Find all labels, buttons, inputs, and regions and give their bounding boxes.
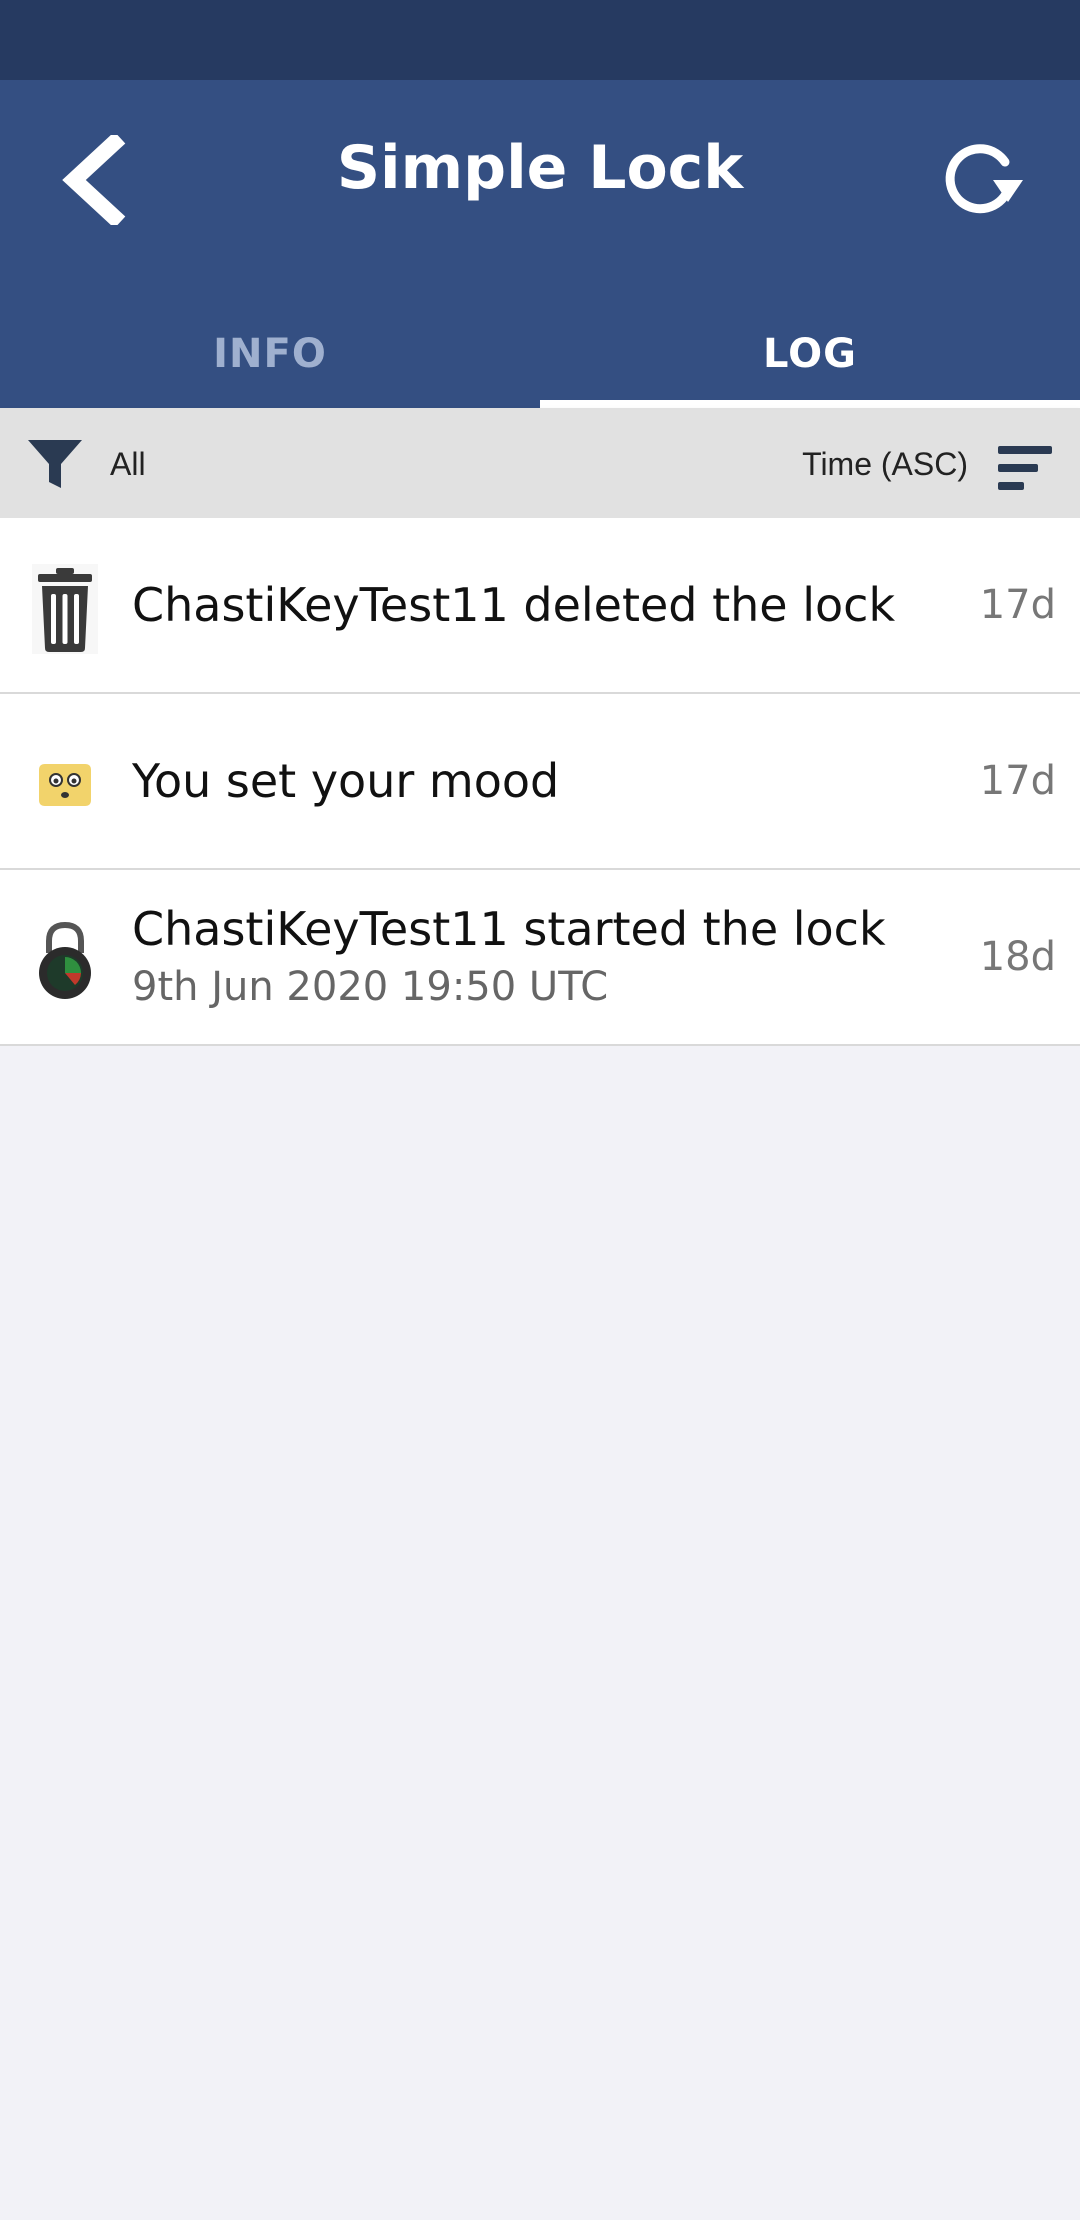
log-list: ChastiKeyTest11 deleted the lock 17d You… [0,518,1080,1046]
log-subtitle: 9th Jun 2020 19:50 UTC [132,964,609,1010]
active-tab-indicator [540,400,1080,408]
tab-log[interactable]: LOG [540,300,1080,408]
back-button[interactable] [46,130,146,230]
trash-icon [20,564,110,654]
filter-bar: All Time (ASC) [0,408,1080,518]
log-time: 17d [979,582,1056,628]
list-item[interactable]: ChastiKeyTest11 deleted the lock 17d [0,518,1080,694]
sort-icon[interactable] [996,444,1054,494]
log-text: You set your mood [132,694,952,868]
log-text: ChastiKeyTest11 started the lock 9th Jun… [132,870,952,1044]
filter-label[interactable]: All [110,436,146,492]
list-item[interactable]: ChastiKeyTest11 started the lock 9th Jun… [0,870,1080,1046]
sort-label[interactable]: Time (ASC) [802,436,968,492]
status-bar [0,0,1080,80]
log-time: 18d [979,934,1056,980]
log-time: 17d [979,758,1056,804]
refresh-icon [945,144,1023,214]
log-title: ChastiKeyTest11 started the lock [132,902,886,956]
page-title: Simple Lock [336,133,744,203]
mood-face-icon [20,740,110,830]
log-title: ChastiKeyTest11 deleted the lock [132,578,896,632]
tab-info[interactable]: INFO [0,300,540,408]
app-header: Simple Lock INFO LOG [0,80,1080,408]
list-item[interactable]: You set your mood 17d [0,694,1080,870]
tab-log-label: LOG [763,331,857,377]
filter-icon[interactable] [26,436,84,494]
log-title: You set your mood [132,754,560,808]
refresh-button[interactable] [925,124,1035,234]
tab-bar: INFO LOG [0,300,1080,408]
chevron-left-icon [62,135,126,225]
padlock-icon [20,916,110,1006]
tab-info-label: INFO [213,331,327,377]
log-text: ChastiKeyTest11 deleted the lock [132,518,952,692]
